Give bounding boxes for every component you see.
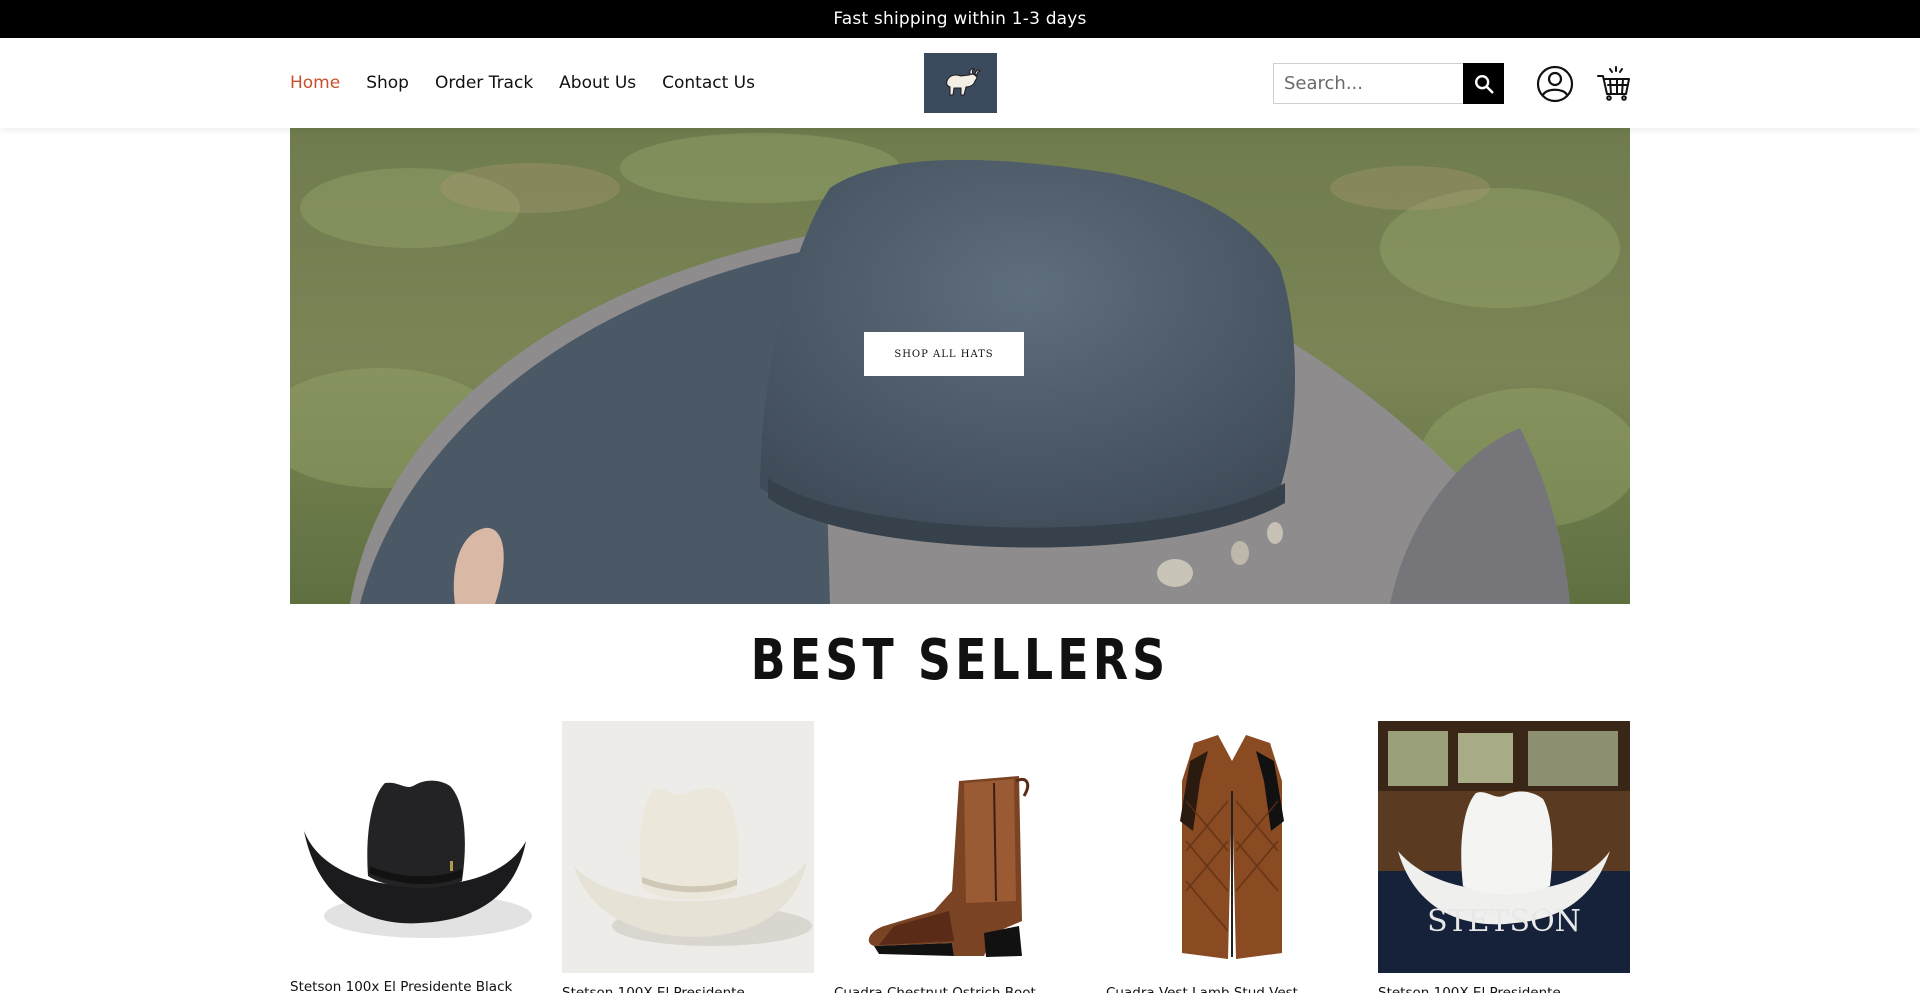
product-card[interactable]: Cuadra Chestnut Ostrich Boot: [834, 721, 1086, 993]
product-image: [1106, 721, 1358, 973]
search-icon: [1474, 74, 1494, 94]
shop-all-hats-button[interactable]: SHOP ALL HATS: [864, 332, 1024, 376]
product-name: Stetson 100X El Presidente: [1378, 985, 1561, 993]
nav-item-shop[interactable]: Shop: [366, 73, 409, 93]
product-card[interactable]: Stetson 100x El Presidente Black: [290, 721, 542, 993]
announcement-text: Fast shipping within 1-3 days: [833, 9, 1087, 29]
nav-item-contact-us[interactable]: Contact Us: [662, 73, 755, 93]
site-header: Home Shop Order Track About Us Contact U…: [0, 38, 1920, 128]
search-box: [1273, 63, 1504, 104]
cart-button[interactable]: [1596, 64, 1632, 102]
product-image: STETSON: [1378, 721, 1630, 973]
stetson-logo-text: STETSON: [1427, 904, 1581, 939]
search-button[interactable]: [1463, 63, 1504, 104]
product-image: [290, 721, 542, 973]
product-name: Cuadra Vest Lamb Stud Vest: [1106, 985, 1298, 993]
product-image: [834, 721, 1086, 973]
product-grid: Stetson 100x El Presidente Black Stetson…: [290, 721, 1630, 993]
nav-item-home[interactable]: Home: [290, 73, 340, 93]
hero-banner: SHOP ALL HATS: [290, 128, 1630, 604]
product-image: [562, 721, 814, 973]
product-name: Stetson 100X El Presidente: [562, 985, 745, 993]
site-logo[interactable]: [924, 53, 997, 113]
product-card[interactable]: STETSON Stetson 100X El Presidente: [1378, 721, 1630, 993]
bull-icon: [945, 68, 981, 96]
product-card[interactable]: Stetson 100X El Presidente: [562, 721, 814, 993]
account-icon: [1536, 65, 1574, 103]
announcement-bar: Fast shipping within 1-3 days: [0, 0, 1920, 38]
main-nav: Home Shop Order Track About Us Contact U…: [290, 38, 755, 128]
product-card[interactable]: Cuadra Vest Lamb Stud Vest: [1106, 721, 1358, 993]
best-sellers-title: BEST SELLERS: [750, 628, 1170, 693]
product-name: Stetson 100x El Presidente Black: [290, 979, 513, 993]
nav-item-order-track[interactable]: Order Track: [435, 73, 533, 93]
account-button[interactable]: [1536, 65, 1574, 103]
search-input[interactable]: [1273, 63, 1463, 104]
product-name: Cuadra Chestnut Ostrich Boot: [834, 985, 1036, 993]
nav-item-about-us[interactable]: About Us: [559, 73, 636, 93]
cart-icon: [1597, 66, 1630, 101]
